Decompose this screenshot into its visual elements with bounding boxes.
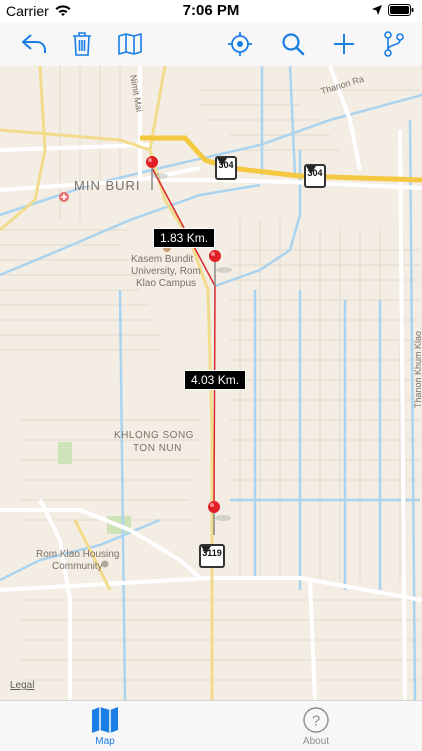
map-type-button[interactable] (114, 28, 146, 60)
trash-icon (73, 32, 91, 56)
legal-link[interactable]: Legal (10, 680, 34, 691)
search-icon (282, 33, 305, 56)
map-label-thanon-khum: Thanon Khum Klao (413, 330, 422, 408)
tab-map-label: Map (95, 736, 115, 747)
map-label-kasem-3: Klao Campus (136, 278, 197, 289)
map-icon (92, 707, 118, 733)
help-circle-icon: ? (303, 707, 329, 733)
delete-button[interactable] (66, 28, 98, 60)
tab-bar: Map ? About (0, 700, 422, 751)
add-button[interactable] (328, 28, 360, 60)
map-label-khlong-1: KHLONG SONG (114, 430, 194, 441)
highway-emblem-icon (201, 546, 211, 554)
locate-icon (228, 32, 252, 56)
undo-icon (22, 34, 46, 53)
toolbar (0, 22, 422, 66)
status-bar: Carrier 7:06 PM (0, 0, 422, 22)
status-right (372, 4, 414, 16)
distance-label-2: 4.03 Km. (184, 370, 247, 390)
undo-button[interactable] (18, 28, 50, 60)
highway-emblem-icon (306, 166, 316, 174)
tab-about[interactable]: ? About (266, 705, 366, 749)
location-arrow-icon (372, 5, 382, 15)
map-icon (118, 33, 142, 55)
map-label-min-buri: MIN BURI (74, 178, 141, 193)
tab-map[interactable]: Map (55, 705, 155, 749)
locate-button[interactable] (224, 28, 256, 60)
route-shield-3119: 3119 (199, 544, 225, 568)
branch-button[interactable] (378, 28, 410, 60)
branch-icon (384, 31, 404, 57)
tab-about-label: About (302, 736, 330, 747)
map-label-khlong-2: TON NUN (133, 443, 182, 454)
search-button[interactable] (277, 28, 309, 60)
route-shield-304-b: 304 (304, 164, 326, 188)
map-label-romklao-2: Community (52, 561, 103, 572)
map-label-kasem-2: University, Rom (131, 266, 201, 277)
add-icon (334, 34, 354, 54)
route-shield-304-a: 304 (215, 156, 237, 180)
highway-emblem-icon (217, 158, 227, 166)
battery-icon (388, 4, 414, 16)
map-view[interactable]: MIN BURI Kasem Bundit University, Rom Kl… (0, 66, 422, 700)
clock: 7:06 PM (182, 2, 240, 19)
map-label-romklao-1: Rom Klao Housing (36, 549, 120, 560)
map-label-kasem-1: Kasem Bundit (131, 254, 194, 265)
svg-text:?: ? (312, 713, 320, 730)
distance-label-1: 1.83 Km. (153, 228, 216, 248)
